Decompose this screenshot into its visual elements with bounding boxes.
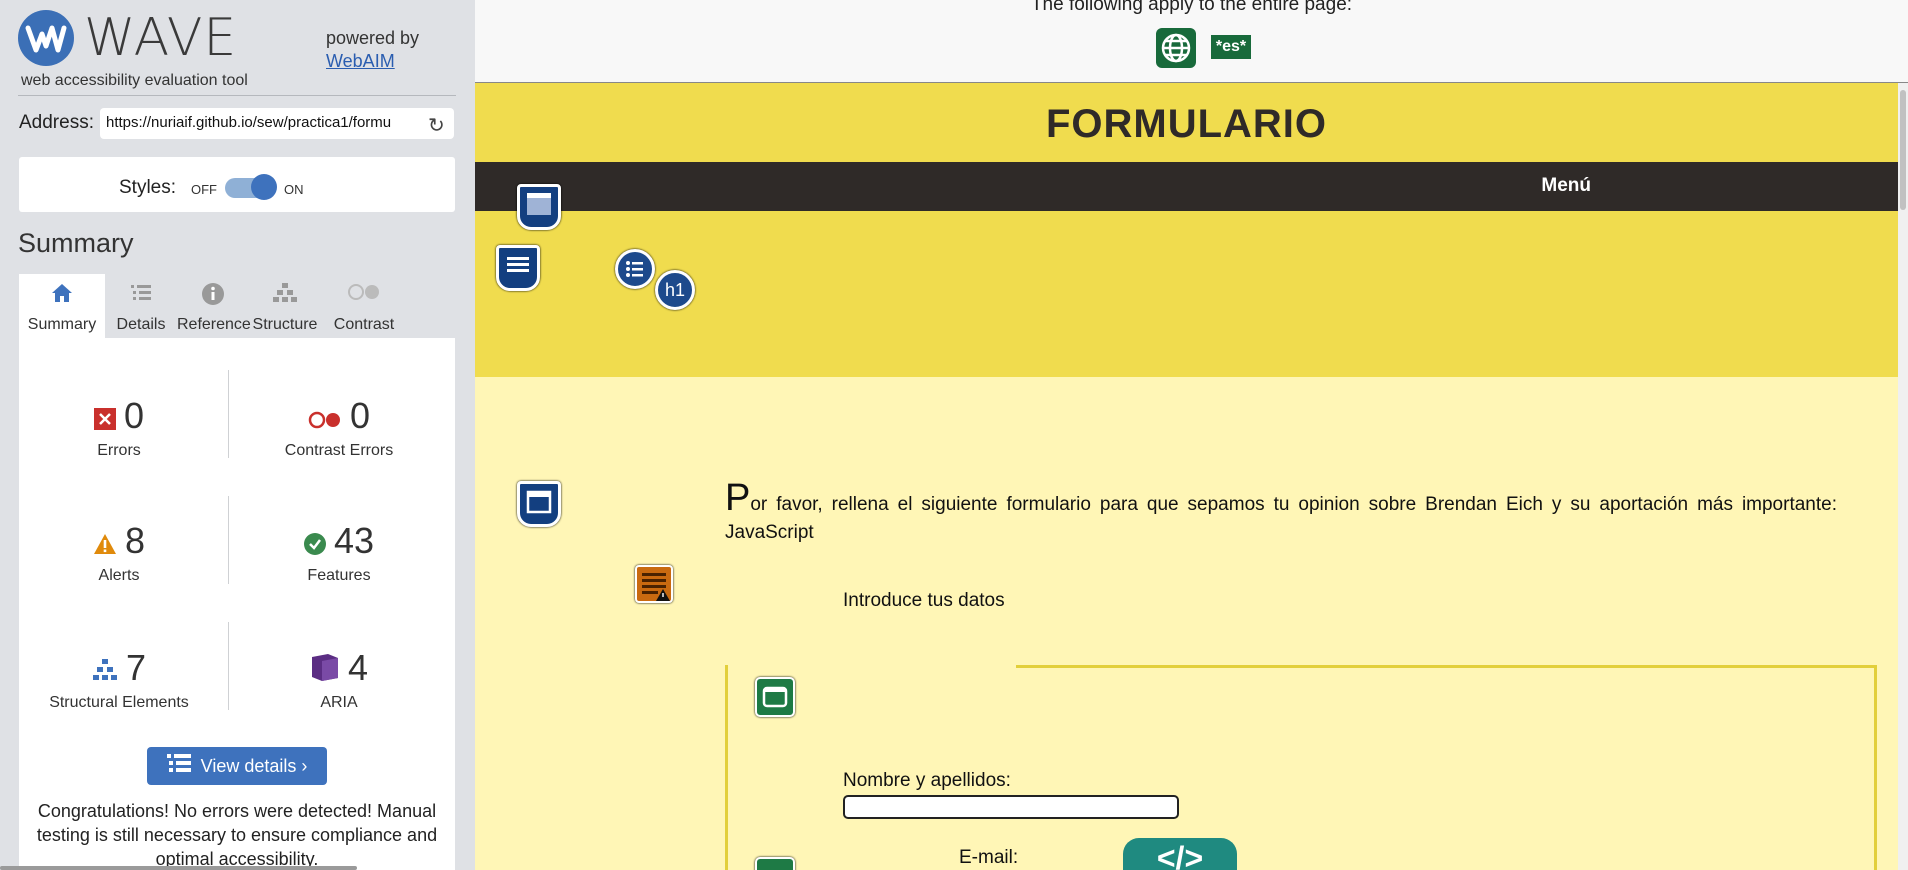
wave-tagline: web accessibility evaluation tool bbox=[21, 72, 248, 89]
aria-label: ARIA bbox=[320, 694, 358, 711]
page-title: FORMULARIO bbox=[1045, 102, 1328, 146]
tab-structure[interactable]: Structure bbox=[249, 274, 321, 338]
aria-count: 4 bbox=[347, 647, 369, 688]
styles-toggle-knob[interactable] bbox=[251, 174, 277, 200]
header-region-icon[interactable] bbox=[517, 184, 561, 230]
tab-contrast-label: Contrast bbox=[333, 316, 395, 333]
wave-sidebar: WAVE web accessibility evaluation tool p… bbox=[0, 0, 475, 870]
features-count: 43 bbox=[333, 520, 375, 561]
evaluated-page: The following apply to the entire page: … bbox=[475, 0, 1908, 870]
styles-on-label: ON bbox=[284, 182, 304, 197]
errors-stat[interactable]: 0 Errors bbox=[19, 394, 219, 460]
html5-code-icon[interactable]: </> bbox=[1123, 838, 1237, 870]
name-label: Nombre y apellidos: bbox=[843, 770, 1011, 791]
contrast-error-icon bbox=[308, 396, 342, 440]
contrast-errors-count: 0 bbox=[349, 395, 371, 436]
wave-logo-icon bbox=[18, 10, 74, 66]
name-input[interactable] bbox=[843, 795, 1179, 819]
tab-contrast[interactable]: Contrast bbox=[321, 274, 407, 338]
nav-menu-link[interactable]: Menú bbox=[475, 175, 1591, 197]
page-level-bar: The following apply to the entire page: … bbox=[475, 0, 1908, 83]
errors-count: 0 bbox=[123, 395, 145, 436]
intro-text: or favor, rellena el siguiente formulari… bbox=[725, 494, 1837, 543]
tab-reference[interactable]: Reference bbox=[177, 274, 251, 338]
features-stat[interactable]: 43 Features bbox=[239, 519, 439, 585]
list-icon bbox=[105, 282, 177, 310]
alert-icon bbox=[93, 521, 117, 565]
tab-details[interactable]: Details bbox=[105, 274, 177, 338]
powered-by: powered by WebAIM bbox=[326, 28, 419, 72]
error-icon bbox=[93, 396, 116, 440]
alerts-count: 8 bbox=[124, 520, 146, 561]
list-icon bbox=[166, 748, 191, 786]
divider bbox=[18, 95, 456, 96]
webaim-link[interactable]: WebAIM bbox=[326, 51, 419, 72]
fieldset-feature-icon[interactable] bbox=[755, 677, 795, 717]
structural-label: Structural Elements bbox=[49, 694, 189, 711]
home-icon bbox=[19, 282, 105, 310]
structural-count: 7 bbox=[125, 647, 147, 688]
legend-gap bbox=[728, 663, 1016, 669]
divider bbox=[228, 370, 229, 458]
features-label: Features bbox=[307, 567, 371, 584]
fieldset-legend: Introduce tus datos bbox=[843, 590, 1005, 611]
structure-icon bbox=[92, 648, 118, 692]
congrats-message: Congratulations! No errors were detected… bbox=[36, 801, 438, 869]
contrast-icon bbox=[321, 282, 407, 308]
reload-icon[interactable]: ↻ bbox=[428, 113, 445, 138]
tab-summary[interactable]: Summary bbox=[19, 274, 105, 338]
summary-heading: Summary bbox=[18, 228, 134, 258]
powered-by-text: powered by bbox=[326, 28, 420, 48]
summary-panel: 0 Errors 0 Contrast Errors 8 Alerts 43 F… bbox=[19, 338, 455, 870]
unordered-list-icon[interactable] bbox=[615, 249, 655, 289]
tab-structure-label: Structure bbox=[252, 316, 318, 333]
view-details-label: View details › bbox=[200, 756, 308, 776]
intro-paragraph: Por favor, rellena el siguiente formular… bbox=[725, 479, 1837, 547]
label-feature-icon[interactable] bbox=[755, 857, 795, 870]
contrast-errors-label: Contrast Errors bbox=[284, 442, 394, 459]
structural-stat[interactable]: 7 Structural Elements bbox=[19, 646, 219, 712]
contrast-errors-stat[interactable]: 0 Contrast Errors bbox=[239, 394, 439, 460]
globe-icon[interactable] bbox=[1156, 28, 1196, 68]
page-scrollbar-thumb[interactable] bbox=[1900, 90, 1906, 210]
address-input[interactable]: https://nuriaif.github.io/sew/practica1/… bbox=[100, 108, 454, 139]
wave-logo-word: WAVE bbox=[84, 8, 238, 68]
tab-details-label: Details bbox=[116, 316, 166, 333]
main-region-icon[interactable] bbox=[517, 481, 561, 527]
structure-icon bbox=[249, 282, 321, 310]
divider bbox=[228, 622, 229, 710]
alerts-stat[interactable]: 8 Alerts bbox=[19, 519, 219, 585]
fieldset-border bbox=[725, 665, 1877, 870]
styles-off-label: OFF bbox=[191, 182, 217, 197]
page-applies-text: The following apply to the entire page: bbox=[1030, 0, 1353, 15]
intro-dropcap: P bbox=[725, 477, 751, 519]
tab-summary-label: Summary bbox=[27, 316, 97, 333]
view-details-button[interactable]: View details › bbox=[147, 747, 327, 785]
divider bbox=[228, 496, 229, 584]
email-label: E-mail: bbox=[959, 847, 1019, 868]
address-label: Address: bbox=[19, 112, 94, 133]
tab-bar: Summary Details Reference Structure Cont… bbox=[19, 274, 455, 338]
alerts-label: Alerts bbox=[98, 567, 140, 584]
heading-h1-icon[interactable]: h1 bbox=[655, 270, 695, 310]
fieldset-alert-icon[interactable] bbox=[635, 565, 673, 603]
errors-label: Errors bbox=[97, 442, 141, 459]
info-icon bbox=[177, 282, 249, 312]
feature-icon bbox=[303, 521, 326, 565]
aria-icon bbox=[310, 648, 340, 692]
sidebar-scrollbar[interactable] bbox=[0, 866, 357, 870]
styles-label: Styles: bbox=[119, 177, 177, 198]
styles-panel: Styles: OFF ON bbox=[19, 157, 455, 212]
aria-stat[interactable]: 4 ARIA bbox=[239, 646, 439, 712]
nav-bar: Menú bbox=[475, 162, 1898, 211]
tab-reference-label: Reference bbox=[177, 316, 251, 333]
language-badge[interactable]: *es* bbox=[1211, 35, 1251, 59]
navigation-region-icon[interactable] bbox=[496, 245, 540, 291]
